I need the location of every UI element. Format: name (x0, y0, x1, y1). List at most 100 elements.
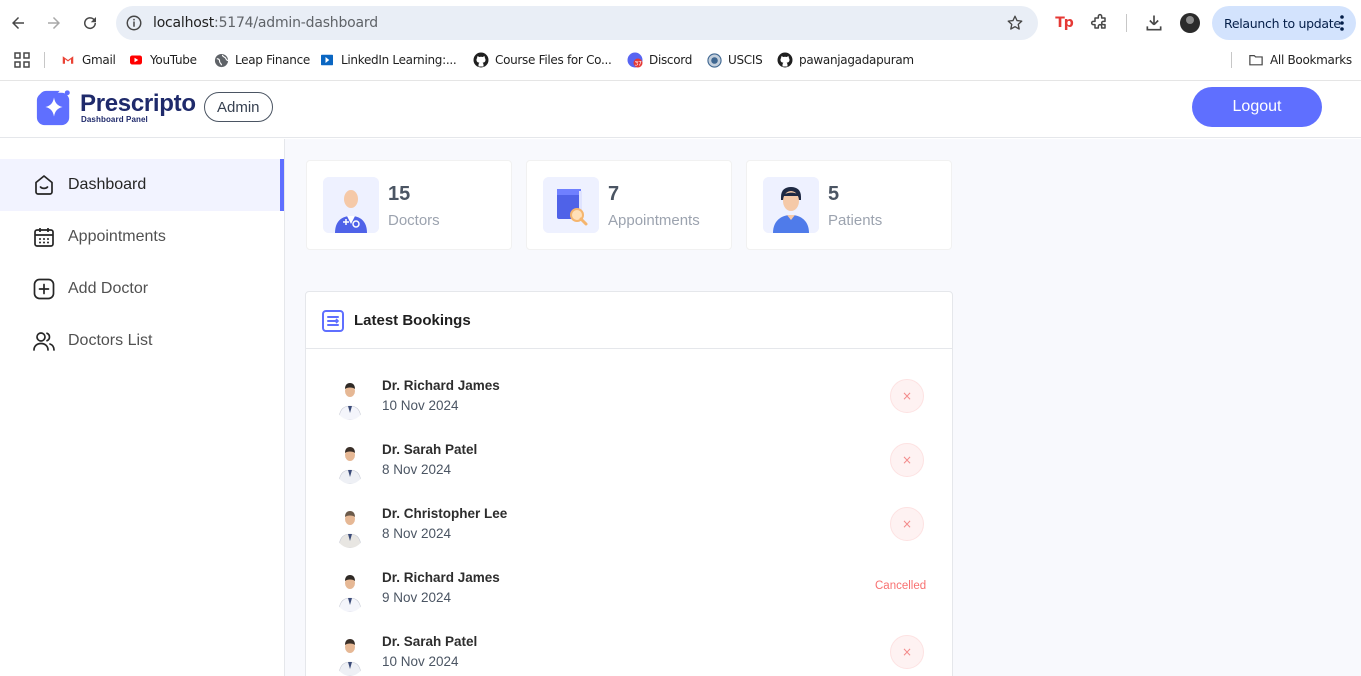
sidebar-item-dashboard[interactable]: Dashboard (0, 159, 284, 211)
bookmarks-bar: Gmail YouTube Leap Finance LinkedIn Lear… (0, 46, 1361, 74)
back-icon[interactable] (4, 9, 32, 37)
forward-icon[interactable] (40, 9, 68, 37)
bookmark-linkedin-learning[interactable]: LinkedIn Learning:... (319, 51, 457, 69)
cancel-appointment-icon[interactable]: × (890, 379, 924, 413)
stat-card-patients[interactable]: 5 Patients (746, 160, 952, 250)
sidebar-item-add-doctor[interactable]: Add Doctor (0, 263, 284, 315)
sidebar-item-doctors-list[interactable]: Doctors List (0, 315, 284, 367)
booking-row: Dr. Sarah Patel 10 Nov 2024 × (306, 622, 952, 676)
bookmarks-divider (1231, 52, 1232, 68)
doctor-name: Dr. Sarah Patel (382, 634, 478, 649)
sidebar-item-label: Dashboard (68, 176, 147, 193)
gmail-icon (60, 52, 76, 68)
doctor-name: Dr. Richard James (382, 570, 500, 585)
booking-date: 9 Nov 2024 (382, 590, 452, 605)
latest-bookings-header: Latest Bookings (306, 292, 952, 349)
stat-value: 15 (388, 183, 411, 205)
calendar-icon (32, 225, 56, 249)
bookmark-discord[interactable]: 37 Discord (627, 51, 692, 69)
sidebar-item-label: Appointments (68, 228, 166, 245)
latest-bookings-panel: Latest Bookings Dr. Richard James 10 Nov … (305, 291, 953, 676)
apps-grid-icon[interactable] (14, 51, 30, 69)
cancelled-status: Cancelled (875, 580, 927, 592)
stat-label: Doctors (388, 212, 440, 229)
cancel-appointment-icon[interactable]: × (890, 443, 924, 477)
bookmark-label: Course Files for Co... (495, 53, 612, 67)
bookmark-leap-finance[interactable]: Leap Finance (213, 51, 310, 69)
booking-date: 10 Nov 2024 (382, 654, 459, 669)
bookmark-label: YouTube (150, 53, 197, 67)
download-icon[interactable] (1143, 12, 1165, 34)
svg-text:37: 37 (634, 60, 642, 67)
cancel-appointment-icon[interactable]: × (890, 507, 924, 541)
brand-subtitle: Dashboard Panel (81, 115, 148, 124)
folder-icon (1248, 52, 1264, 68)
booking-row: Dr. Richard James 10 Nov 2024 × (306, 366, 952, 430)
bookmark-label: Leap Finance (235, 53, 310, 67)
bookmark-pawanjagadapuram[interactable]: pawanjagadapuram (777, 51, 914, 69)
bookmark-label: LinkedIn Learning:... (341, 53, 457, 67)
github-icon (777, 52, 793, 68)
sidebar-item-label: Add Doctor (68, 280, 149, 297)
stat-label: Appointments (608, 212, 700, 229)
browser-toolbar: localhost:5174/admin-dashboard Tp Relaun… (0, 0, 1361, 46)
sidebar-item-label: Doctors List (68, 332, 153, 349)
brand-name: Prescripto (80, 90, 196, 117)
doctor-avatar (334, 444, 366, 484)
bookmark-star-icon[interactable] (1006, 14, 1024, 32)
discord-icon: 37 (627, 52, 643, 68)
youtube-icon (128, 52, 144, 68)
doctor-name: Dr. Sarah Patel (382, 442, 478, 457)
linkedin-learning-icon (319, 52, 335, 68)
booking-row: Dr. Richard James 9 Nov 2024 Cancelled (306, 558, 952, 622)
bookmarks-divider (44, 52, 45, 68)
cancel-appointment-icon[interactable]: × (890, 635, 924, 669)
prescripto-logo-icon (36, 90, 70, 126)
toolbar-divider (1126, 14, 1127, 32)
booking-date: 8 Nov 2024 (382, 526, 452, 541)
site-info-icon[interactable] (125, 14, 143, 32)
bookmark-label: pawanjagadapuram (799, 53, 914, 67)
globe-icon (213, 52, 229, 68)
tp-extension-icon[interactable]: Tp (1053, 12, 1075, 34)
doctor-avatar (334, 572, 366, 612)
doctor-avatar (334, 508, 366, 548)
stat-value: 7 (608, 183, 620, 205)
booking-row: Dr. Sarah Patel 8 Nov 2024 × (306, 430, 952, 494)
stat-label: Patients (828, 212, 883, 229)
kebab-menu-icon[interactable] (1340, 15, 1344, 31)
booking-date: 10 Nov 2024 (382, 398, 459, 413)
bookmark-gmail[interactable]: Gmail (60, 51, 116, 69)
bookmark-label: USCIS (728, 53, 763, 67)
bookmark-course-files[interactable]: Course Files for Co... (473, 51, 612, 69)
stat-card-appointments[interactable]: 7 Appointments (526, 160, 732, 250)
reload-icon[interactable] (76, 9, 104, 37)
latest-bookings-title: Latest Bookings (354, 312, 471, 329)
sidebar-item-appointments[interactable]: Appointments (0, 211, 284, 263)
extensions-puzzle-icon[interactable] (1089, 12, 1111, 34)
app-header: Prescripto Dashboard Panel Admin Logout (0, 80, 1361, 138)
logout-button[interactable]: Logout (1192, 87, 1322, 127)
bookmark-label: Discord (649, 53, 693, 67)
profile-avatar[interactable] (1180, 13, 1200, 33)
stat-value: 5 (828, 183, 840, 205)
home-icon (32, 173, 56, 197)
add-square-icon (32, 277, 56, 301)
bookmark-youtube[interactable]: YouTube (128, 51, 197, 69)
all-bookmarks-label: All Bookmarks (1270, 53, 1352, 67)
bookmark-label: Gmail (82, 53, 116, 67)
patient-icon (763, 177, 819, 233)
main-content: 15 Doctors 7 Appointments 5 Patients Lat… (285, 139, 1361, 676)
address-bar[interactable]: localhost:5174/admin-dashboard (116, 6, 1038, 40)
all-bookmarks-button[interactable]: All Bookmarks (1248, 51, 1352, 69)
stat-card-doctors[interactable]: 15 Doctors (306, 160, 512, 250)
booking-date: 8 Nov 2024 (382, 462, 452, 477)
doctor-name: Dr. Richard James (382, 378, 500, 393)
url-text: localhost:5174/admin-dashboard (153, 15, 378, 31)
github-icon (473, 52, 489, 68)
bookmark-uscis[interactable]: USCIS (706, 51, 763, 69)
people-icon (32, 329, 56, 353)
role-badge: Admin (204, 92, 273, 122)
uscis-icon (706, 52, 722, 68)
relaunch-button[interactable]: Relaunch to update (1212, 6, 1356, 40)
